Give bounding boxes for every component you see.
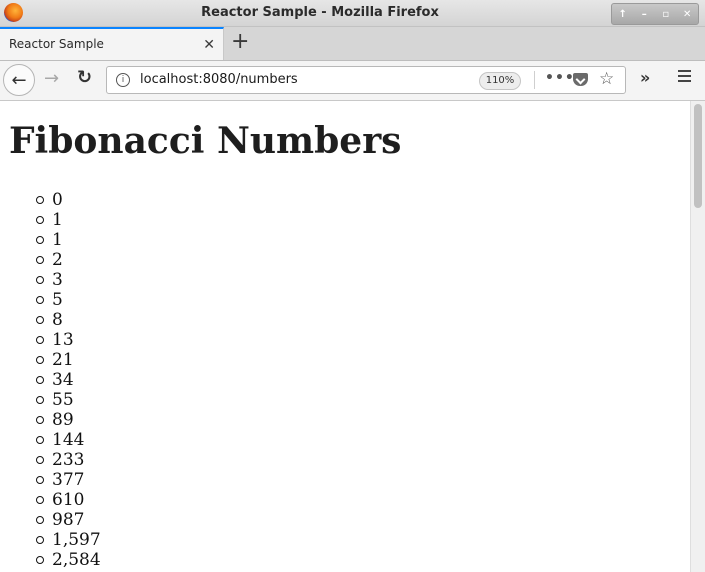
list-item: 2	[36, 250, 101, 270]
zoom-level-badge[interactable]: 110%	[479, 72, 521, 90]
tab-strip: Reactor Sample ✕ +	[0, 27, 705, 61]
list-item: 5	[36, 290, 101, 310]
window-up-button[interactable]: ↑	[614, 6, 632, 22]
hamburger-menu-icon[interactable]	[678, 70, 691, 85]
page-actions-more-icon[interactable]: •••	[545, 70, 575, 86]
list-item: 34	[36, 370, 101, 390]
pocket-icon[interactable]	[573, 73, 588, 86]
navigation-toolbar: ← → ↻ i localhost:8080/numbers 110% ••• …	[0, 61, 705, 101]
tab-label: Reactor Sample	[9, 37, 104, 51]
forward-button[interactable]: →	[44, 68, 59, 89]
list-item: 987	[36, 510, 101, 530]
list-item: 1,597	[36, 530, 101, 550]
list-item: 144	[36, 430, 101, 450]
window-close-button[interactable]: ✕	[678, 6, 696, 22]
list-item: 21	[36, 350, 101, 370]
window-controls: ↑ – ▫ ✕	[611, 3, 699, 25]
page-content: Fibonacci Numbers 0 1 1 2 3 5 8 13 21 34 55 89 144 23…	[0, 101, 690, 572]
scrollbar-thumb[interactable]	[694, 104, 702, 208]
page-title: Fibonacci Numbers	[9, 120, 402, 162]
list-item: 2,584	[36, 550, 101, 570]
url-input[interactable]: localhost:8080/numbers	[140, 72, 298, 87]
list-item: 377	[36, 470, 101, 490]
list-item: 1	[36, 230, 101, 250]
tab-close-icon[interactable]: ✕	[203, 37, 215, 53]
reload-button[interactable]: ↻	[77, 67, 92, 88]
list-item: 55	[36, 390, 101, 410]
toolbar-overflow-icon[interactable]: »	[640, 68, 650, 87]
back-button[interactable]: ←	[3, 64, 35, 96]
bookmark-star-icon[interactable]: ☆	[599, 69, 614, 89]
window-minimize-button[interactable]: –	[635, 6, 653, 22]
tab-reactor-sample[interactable]: Reactor Sample ✕	[0, 27, 224, 60]
window-title: Reactor Sample - Mozilla Firefox	[201, 5, 439, 20]
window-titlebar: Reactor Sample - Mozilla Firefox ↑ – ▫ ✕	[0, 0, 705, 27]
list-item: 3	[36, 270, 101, 290]
list-item: 233	[36, 450, 101, 470]
fibonacci-list: 0 1 1 2 3 5 8 13 21 34 55 89 144 233 377 610 987 1,597 2,5…	[0, 190, 101, 570]
list-item: 8	[36, 310, 101, 330]
new-tab-button[interactable]: +	[231, 29, 249, 54]
url-bar[interactable]: i localhost:8080/numbers 110% ••• ☆	[106, 66, 626, 94]
url-bar-divider	[534, 71, 535, 89]
list-item: 610	[36, 490, 101, 510]
list-item: 0	[36, 190, 101, 210]
list-item: 1	[36, 210, 101, 230]
window-maximize-button[interactable]: ▫	[657, 6, 675, 22]
vertical-scrollbar[interactable]	[690, 101, 705, 572]
list-item: 89	[36, 410, 101, 430]
list-item: 13	[36, 330, 101, 350]
site-info-icon[interactable]: i	[116, 73, 130, 87]
